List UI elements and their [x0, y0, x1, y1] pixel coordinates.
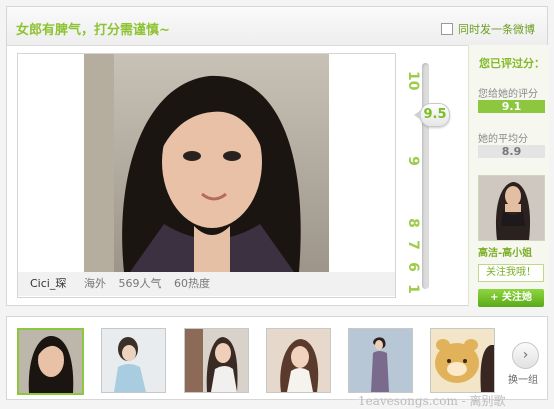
thumbnail-3[interactable]	[184, 328, 249, 393]
avg-score-label: 她的平均分	[478, 134, 528, 145]
location: 海外	[84, 277, 106, 290]
tick-9: 9	[405, 156, 421, 166]
heat: 60热度	[174, 277, 210, 290]
weibo-checkbox[interactable]: 同时发一条微博	[441, 21, 535, 37]
tick-8: 8	[405, 218, 421, 228]
portrait-image	[84, 54, 329, 272]
photo-meta: 海外 569人气 60热度	[84, 272, 219, 296]
weibo-checkbox-label: 同时发一条微博	[458, 23, 535, 36]
thumbnail-1[interactable]	[17, 328, 84, 395]
avg-score-value: 8.9	[478, 145, 545, 158]
thumbnail-image	[19, 330, 82, 393]
thumbnail-4[interactable]	[266, 328, 331, 393]
tick-1: 1	[405, 284, 421, 294]
panel-header: 女郎有脾气，打分需谨慎~ 同时发一条微博	[7, 7, 547, 46]
tick-6: 6	[405, 262, 421, 272]
thumbnail-2[interactable]	[101, 328, 166, 393]
rating-panel: 女郎有脾气，打分需谨慎~ 同时发一条微博 Cici_琛 海外 569人气 60热…	[6, 6, 549, 307]
thumbnail-image	[185, 329, 248, 392]
thumbnail-image	[267, 329, 330, 392]
slider-track[interactable]	[422, 63, 429, 289]
next-group-button[interactable]: ›	[512, 342, 539, 369]
featured-user-avatar[interactable]	[478, 175, 545, 241]
rating-sidebar: 您已评过分： 您给她的评分 9.1 她的平均分 8.9 高洁-高小姐 关注我哦！…	[468, 45, 549, 307]
panel-title: 女郎有脾气，打分需谨慎~	[16, 23, 170, 38]
photo-caption: Cici_琛 海外 569人气 60热度	[18, 272, 395, 296]
follow-her-button[interactable]: + 关注她	[478, 289, 544, 307]
rated-title: 您已评过分：	[479, 57, 545, 70]
chevron-right-icon: ›	[522, 347, 529, 363]
popularity: 569人气	[118, 277, 162, 290]
next-group-label[interactable]: 换一组	[508, 371, 538, 386]
checkbox-box[interactable]	[441, 23, 453, 35]
tick-7: 7	[405, 240, 421, 250]
thumbnail-image	[349, 329, 412, 392]
your-score-value: 9.1	[478, 100, 545, 113]
main-photo	[84, 54, 329, 272]
your-score-label: 您给她的评分	[478, 89, 538, 100]
slider-handle[interactable]: 9.5	[414, 103, 450, 127]
active-pointer	[57, 328, 69, 330]
photo-owner-name[interactable]: Cici_琛	[30, 272, 66, 296]
thumbnail-strip: › 换一组	[6, 316, 548, 400]
score-slider[interactable]: 10 9 8 7 6 1 9.5	[403, 57, 450, 297]
thumbnail-image	[431, 329, 494, 392]
thumbnail-5[interactable]	[348, 328, 413, 393]
follow-me-button[interactable]: 关注我哦！	[478, 264, 544, 282]
featured-user-image	[479, 176, 544, 240]
featured-user-name[interactable]: 高洁-高小姐	[478, 244, 532, 259]
thumbnail-image	[102, 329, 165, 392]
thumbnail-6[interactable]	[430, 328, 495, 393]
main-photo-frame: Cici_琛 海外 569人气 60热度	[17, 53, 396, 298]
tick-10: 10	[405, 71, 421, 91]
watermark: 1eavesongs.com - 离别歌	[358, 394, 506, 408]
